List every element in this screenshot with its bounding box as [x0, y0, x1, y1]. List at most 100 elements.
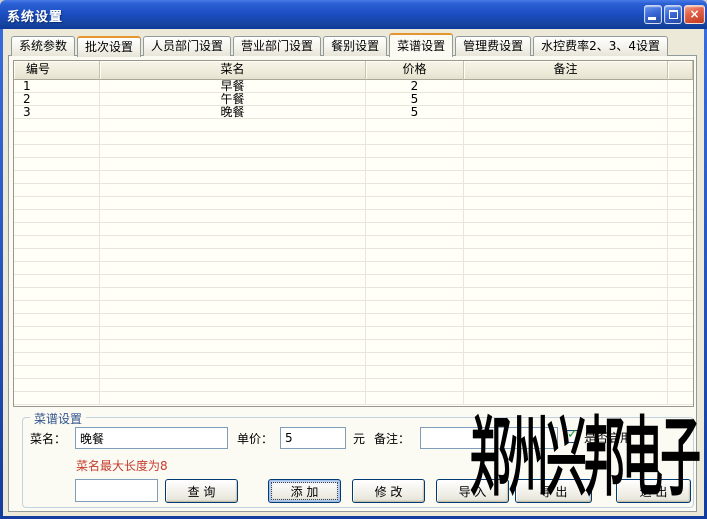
table-cell: [14, 288, 100, 301]
table-cell: [366, 288, 464, 301]
table-cell: [14, 119, 100, 132]
table-cell: [464, 379, 668, 392]
table-cell: [464, 145, 668, 158]
table-row[interactable]: 1早餐2: [14, 80, 693, 93]
table-cell: [464, 210, 668, 223]
exit-button[interactable]: 退 出: [616, 479, 691, 503]
table-cell: [14, 132, 100, 145]
table-empty-row: [14, 236, 693, 249]
table-cell: [14, 210, 100, 223]
column-header[interactable]: 价格: [366, 61, 464, 80]
table-empty-row: [14, 249, 693, 262]
table-cell: [464, 366, 668, 379]
table-cell: [100, 353, 366, 366]
query-button[interactable]: 查 询: [165, 479, 238, 503]
table-cell: [100, 197, 366, 210]
table-cell: [464, 301, 668, 314]
tab-6[interactable]: 管理费设置: [455, 36, 531, 56]
table-empty-row: [14, 158, 693, 171]
table-cell: [464, 314, 668, 327]
remark-input[interactable]: [420, 427, 558, 449]
import-button[interactable]: 导 入: [436, 479, 509, 503]
tab-0[interactable]: 系统参数: [11, 36, 75, 56]
table-empty-row: [14, 184, 693, 197]
table-empty-row: [14, 119, 693, 132]
tab-1[interactable]: 批次设置: [77, 36, 141, 57]
table-cell: [464, 236, 668, 249]
table-cell: 晚餐: [100, 106, 366, 119]
table-cell: [100, 158, 366, 171]
table-cell: [100, 119, 366, 132]
search-input[interactable]: [75, 479, 158, 502]
add-button[interactable]: 添 加: [268, 479, 341, 503]
tab-page-recipe-settings: 编号菜名价格备注1早餐22午餐53晚餐5 菜谱设置 菜名： 单价： 元 备注： …: [8, 55, 697, 512]
table-empty-row: [14, 210, 693, 223]
maximize-icon: [669, 10, 678, 19]
table-filler-cell: [668, 353, 693, 366]
table-cell: [464, 327, 668, 340]
modify-button[interactable]: 修 改: [352, 479, 425, 503]
table-cell: [366, 223, 464, 236]
table-filler-cell: [668, 80, 693, 93]
dish-name-input[interactable]: [75, 427, 228, 449]
minimize-button[interactable]: [644, 5, 662, 24]
table-cell: [366, 327, 464, 340]
table-cell: [366, 132, 464, 145]
table-filler-cell: [668, 210, 693, 223]
table-cell: [100, 171, 366, 184]
enabled-checkbox[interactable]: ✓: [566, 430, 579, 443]
tab-5[interactable]: 菜谱设置: [389, 33, 453, 57]
table-cell: [464, 132, 668, 145]
table-cell: [100, 379, 366, 392]
table-filler-cell: [668, 249, 693, 262]
table-cell: [464, 249, 668, 262]
column-header[interactable]: 编号: [14, 61, 100, 80]
close-button[interactable]: ×: [684, 5, 705, 24]
table-cell: [366, 366, 464, 379]
tab-7[interactable]: 水控费率2、3、4设置: [533, 36, 668, 56]
column-header[interactable]: 菜名: [100, 61, 366, 80]
table-cell: [14, 392, 100, 405]
table-cell: 5: [366, 93, 464, 106]
table-cell: 午餐: [100, 93, 366, 106]
table-cell: [464, 171, 668, 184]
table-filler-cell: [668, 379, 693, 392]
table-cell: [14, 223, 100, 236]
table-filler-cell: [668, 158, 693, 171]
tab-3[interactable]: 营业部门设置: [233, 36, 321, 56]
dish-table: 编号菜名价格备注1早餐22午餐53晚餐5: [13, 60, 694, 407]
table-empty-row: [14, 145, 693, 158]
groupbox-caption: 菜谱设置: [30, 410, 86, 427]
table-cell: 2: [366, 80, 464, 93]
table-empty-row: [14, 223, 693, 236]
table-filler-cell: [668, 145, 693, 158]
unit-price-input[interactable]: [280, 427, 346, 449]
tab-2[interactable]: 人员部门设置: [143, 36, 231, 56]
table-cell: [14, 366, 100, 379]
tab-4[interactable]: 餐别设置: [323, 36, 387, 56]
table-row[interactable]: 3晚餐5: [14, 106, 693, 119]
checkmark-icon: ✓: [567, 428, 578, 441]
table-empty-row: [14, 301, 693, 314]
table-cell: [366, 314, 464, 327]
table-empty-row: [14, 288, 693, 301]
dialog-client-area: 系统参数批次设置人员部门设置营业部门设置餐别设置菜谱设置管理费设置水控费率2、3…: [3, 29, 704, 516]
table-empty-row: [14, 392, 693, 405]
column-header[interactable]: 备注: [464, 61, 668, 80]
table-cell: [14, 262, 100, 275]
export-button[interactable]: 导 出: [515, 479, 592, 503]
table-cell: [100, 340, 366, 353]
table-cell: [100, 314, 366, 327]
table-filler-cell: [668, 314, 693, 327]
table-filler-cell: [668, 262, 693, 275]
table-cell: [464, 353, 668, 366]
table-empty-row: [14, 353, 693, 366]
table-cell: [14, 340, 100, 353]
table-filler-cell: [668, 171, 693, 184]
table-empty-row: [14, 366, 693, 379]
table-cell: [14, 197, 100, 210]
maximize-button[interactable]: [664, 5, 682, 24]
table-cell: [14, 158, 100, 171]
table-cell: [464, 106, 668, 119]
table-row[interactable]: 2午餐5: [14, 93, 693, 106]
